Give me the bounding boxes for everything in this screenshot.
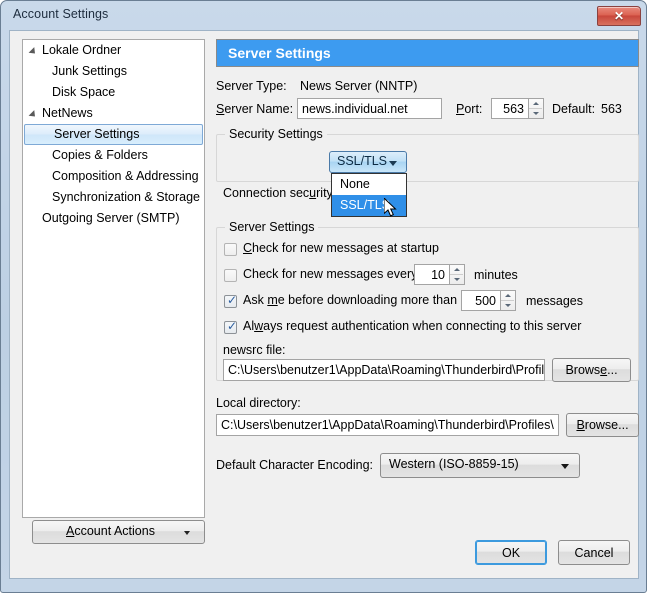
account-actions-button[interactable]: Account Actions	[32, 520, 205, 544]
newsrc-label: newsrc file:	[223, 343, 286, 357]
sidebar-item-netnews[interactable]: NetNews	[23, 103, 204, 124]
sidebar-item-server-settings[interactable]: Server Settings	[24, 124, 203, 145]
port-stepper-up[interactable]	[529, 99, 542, 109]
sidebar-item-outgoing-server-smtp[interactable]: Outgoing Server (SMTP)	[23, 208, 204, 229]
ask-before-download-label: Ask me before downloading more than	[243, 293, 458, 307]
server-name-input[interactable]: news.individual.net	[297, 98, 442, 119]
server-type-value: News Server (NNTP)	[300, 79, 418, 93]
port-default-label: Default:	[552, 102, 596, 116]
server-name-label: Server Name:	[216, 102, 294, 116]
local-directory-browse-button[interactable]: Browse...	[566, 413, 639, 437]
sidebar-item-label: Outgoing Server (SMTP)	[42, 211, 180, 225]
window-title: Account Settings	[13, 7, 109, 21]
sidebar-item-label: Junk Settings	[52, 64, 128, 78]
sidebar-item-label: Composition & Addressing	[52, 169, 199, 183]
dialog-window: Account Settings ✕ Lokale Ordner Junk Se…	[0, 0, 647, 593]
page-title: Server Settings	[216, 39, 639, 67]
title-bar[interactable]: Account Settings ✕	[1, 1, 646, 30]
twisty-icon[interactable]	[28, 47, 38, 57]
sidebar-item-label: NetNews	[42, 106, 93, 120]
security-settings-group: Security Settings	[216, 127, 639, 182]
connection-security-label: Connection security:	[223, 186, 337, 200]
check-interval-checkbox[interactable]	[224, 269, 237, 282]
sidebar-item-synchronization-storage[interactable]: Synchronization & Storage	[23, 187, 204, 208]
connection-security-option-ssl-tls[interactable]: SSL/TLS	[332, 195, 406, 216]
sidebar-item-label: Server Settings	[54, 127, 140, 141]
chevron-down-icon	[184, 531, 190, 535]
twisty-icon[interactable]	[28, 110, 38, 120]
security-settings-title: Security Settings	[225, 127, 327, 141]
server-settings-title: Server Settings	[225, 220, 319, 234]
sidebar-item-junk-settings[interactable]: Junk Settings	[23, 61, 204, 82]
port-input[interactable]: 563	[491, 98, 529, 119]
check-interval-stepper-down[interactable]	[450, 275, 463, 285]
check-interval-input[interactable]: 10	[414, 264, 450, 285]
close-glyph: ✕	[613, 9, 625, 23]
sidebar-item-label: Lokale Ordner	[42, 43, 122, 57]
max-messages-stepper[interactable]	[501, 290, 516, 311]
connection-security-dropdown-list[interactable]: None SSL/TLS	[331, 173, 407, 217]
port-stepper-down[interactable]	[529, 109, 542, 119]
minutes-label: minutes	[474, 268, 518, 282]
connection-security-selected-value: SSL/TLS	[337, 154, 388, 168]
ask-before-download-checkbox[interactable]: ✓	[224, 294, 237, 308]
encoding-selected-value: Western (ISO-8859-15)	[389, 457, 519, 471]
encoding-select[interactable]: Western (ISO-8859-15)	[380, 453, 580, 478]
account-tree[interactable]: Lokale Ordner Junk Settings Disk Space N…	[22, 39, 205, 518]
port-label: Port:	[456, 102, 483, 116]
max-messages-stepper-down[interactable]	[501, 301, 514, 311]
sidebar-item-copies-folders[interactable]: Copies & Folders	[23, 145, 204, 166]
server-type-label: Server Type:	[216, 79, 287, 93]
sidebar-item-label: Copies & Folders	[52, 148, 148, 162]
local-directory-input[interactable]: C:\Users\benutzer1\AppData\Roaming\Thund…	[216, 414, 559, 436]
sidebar-item-disk-space[interactable]: Disk Space	[23, 82, 204, 103]
sidebar-item-label: Synchronization & Storage	[52, 190, 201, 204]
connection-security-option-none[interactable]: None	[332, 174, 406, 195]
check-startup-label: Check for new messages at startup	[243, 241, 439, 255]
ok-button[interactable]: OK	[475, 540, 547, 565]
newsrc-path-input[interactable]: C:\Users\benutzer1\AppData\Roaming\Thund…	[223, 359, 545, 381]
connection-security-select[interactable]: SSL/TLS	[329, 151, 407, 173]
chevron-down-icon	[389, 161, 397, 166]
max-messages-stepper-up[interactable]	[501, 291, 514, 301]
always-request-auth-checkbox[interactable]: ✓	[224, 320, 237, 334]
max-messages-input[interactable]: 500	[461, 290, 501, 311]
close-icon[interactable]: ✕	[597, 6, 641, 26]
settings-pane: Server Settings Server Type: News Server…	[208, 31, 640, 580]
account-actions-rest: ccount Actions	[74, 524, 155, 538]
sidebar-item-composition-addressing[interactable]: Composition & Addressing	[23, 166, 204, 187]
newsrc-browse-button[interactable]: Brows e...	[552, 358, 631, 382]
port-default-value: 563	[601, 102, 622, 116]
dialog-client-area: Lokale Ordner Junk Settings Disk Space N…	[9, 30, 639, 579]
check-interval-label: Check for new messages every	[243, 267, 418, 281]
cancel-button[interactable]: Cancel	[558, 540, 630, 565]
local-directory-label: Local directory:	[216, 396, 301, 410]
account-actions-label: Account Actions	[66, 524, 155, 538]
check-interval-stepper-up[interactable]	[450, 265, 463, 275]
chevron-down-icon	[561, 464, 569, 469]
encoding-label: Default Character Encoding:	[216, 458, 374, 472]
check-interval-stepper[interactable]	[450, 264, 465, 285]
always-request-auth-label: Always request authentication when conne…	[243, 319, 582, 333]
messages-label: messages	[526, 294, 583, 308]
sidebar-item-lokale-ordner[interactable]: Lokale Ordner	[23, 40, 204, 61]
port-stepper[interactable]	[529, 98, 544, 119]
sidebar-item-label: Disk Space	[52, 85, 116, 99]
check-startup-checkbox[interactable]	[224, 243, 237, 256]
